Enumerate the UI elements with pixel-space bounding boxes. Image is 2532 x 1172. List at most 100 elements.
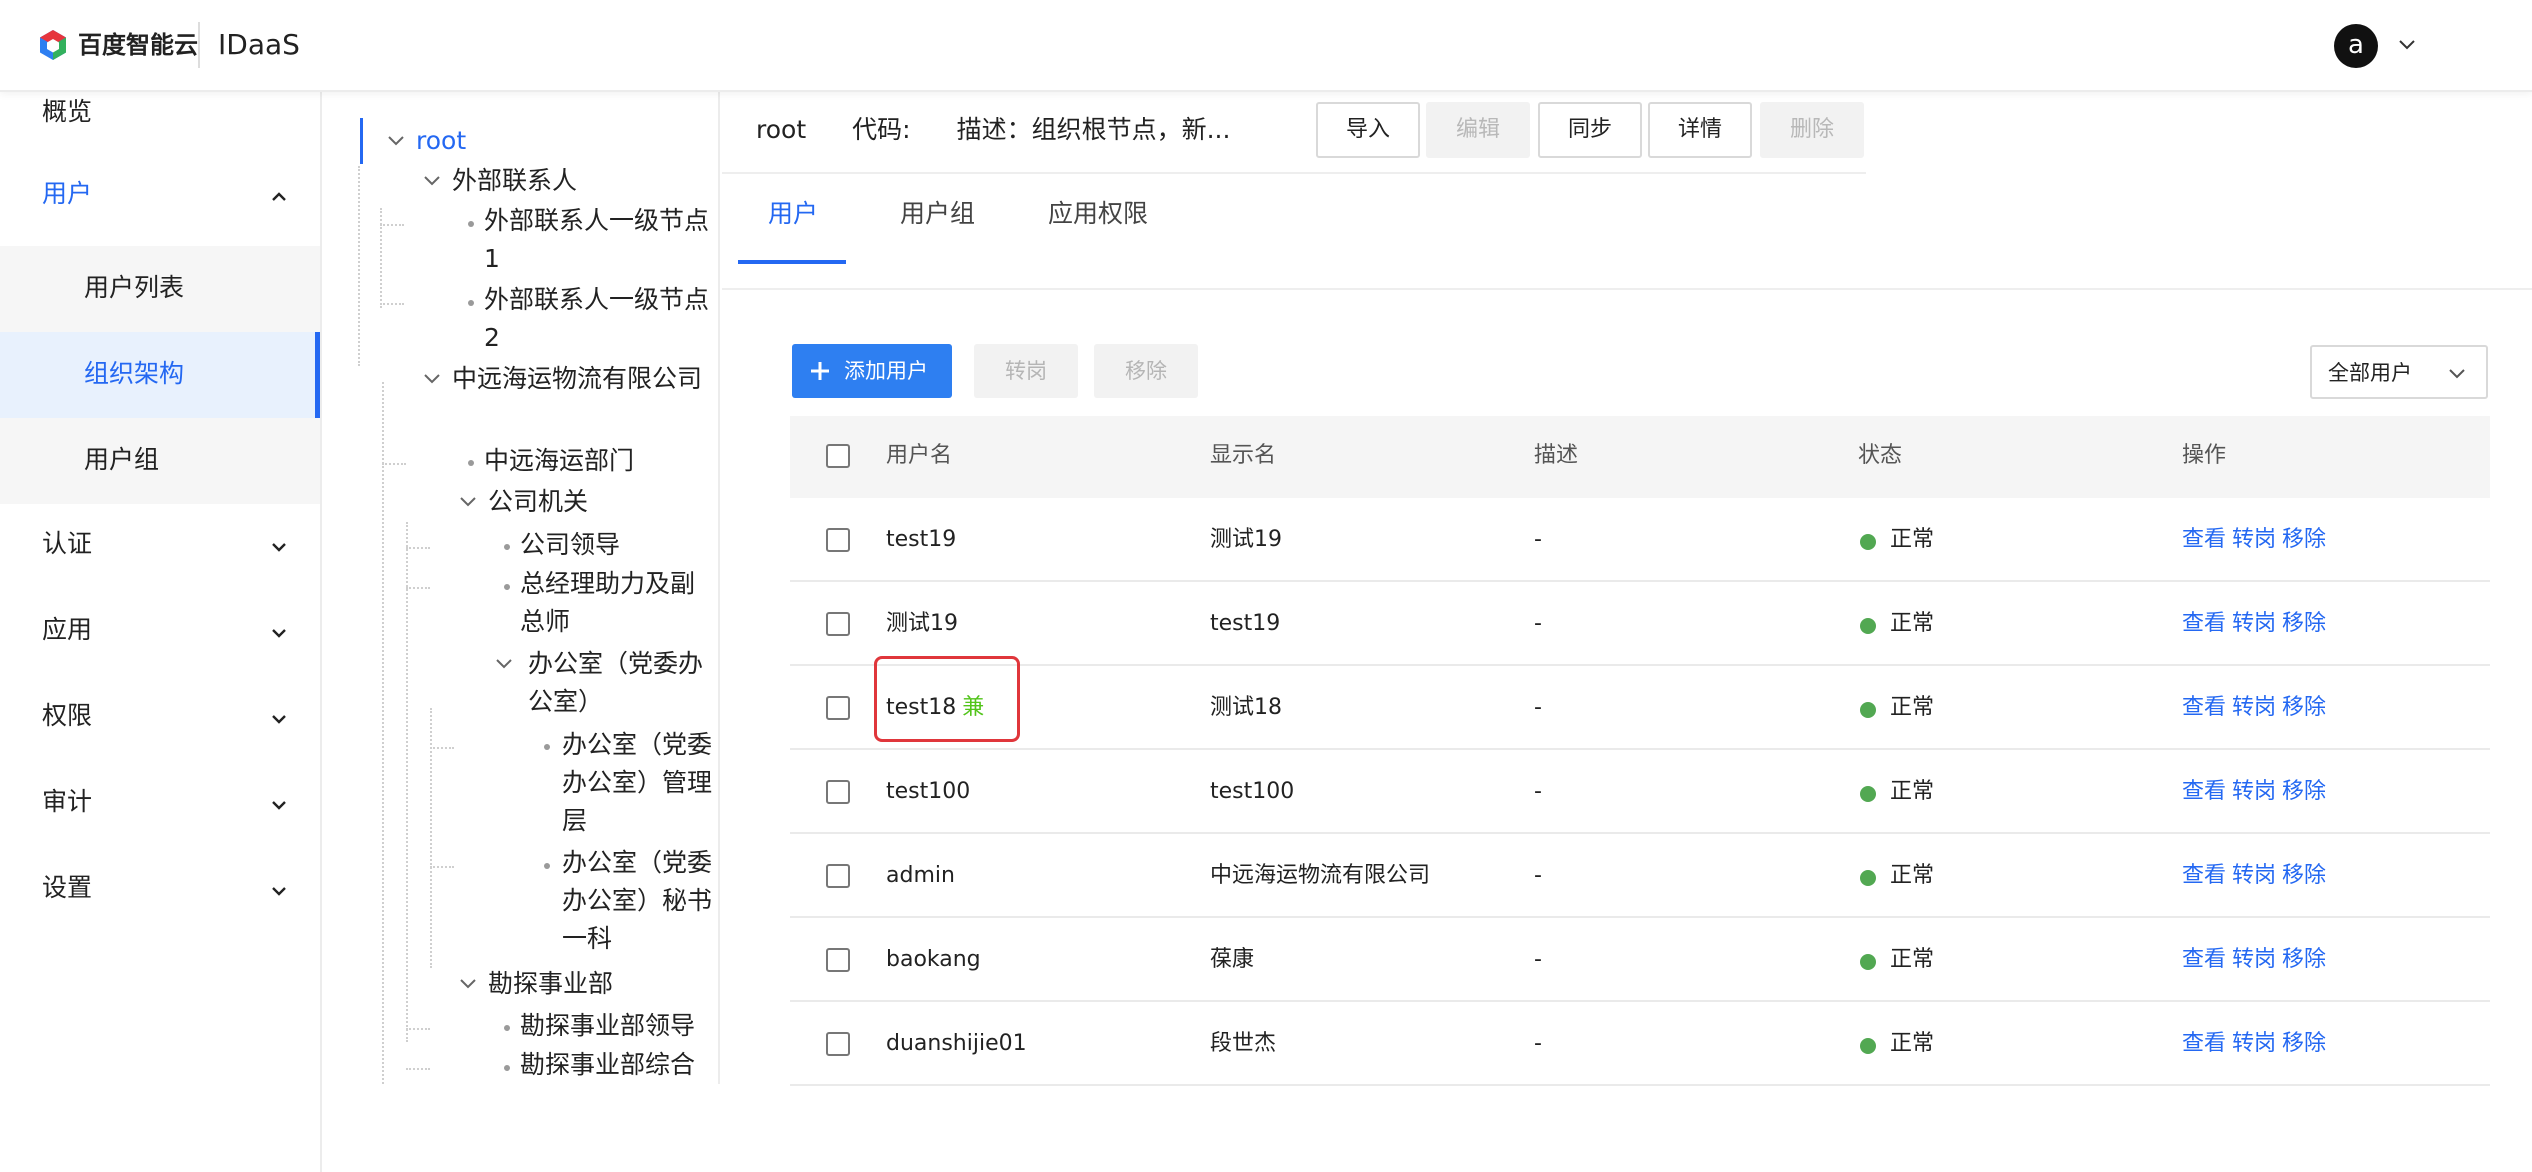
remove-link[interactable]: 移除	[2282, 604, 2326, 644]
product-name: IDaaS	[218, 28, 300, 61]
remove-link[interactable]: 移除	[2282, 856, 2326, 896]
tree-node-cosco[interactable]: 中远海运物流有限公司	[452, 360, 714, 398]
import-button[interactable]: 导入	[1316, 102, 1420, 158]
row-checkbox[interactable]	[826, 612, 850, 636]
transfer-link[interactable]: 转岗	[2232, 520, 2276, 560]
transfer-button[interactable]: 转岗	[974, 344, 1078, 398]
sidebar-item-users[interactable]: 用户	[0, 154, 320, 240]
brand-divider	[198, 22, 200, 68]
view-link[interactable]: 查看	[2182, 856, 2226, 896]
remove-link[interactable]: 移除	[2282, 772, 2326, 812]
tree-guide-line	[382, 382, 384, 1084]
tree-node-company-org[interactable]: 公司机关	[488, 483, 588, 521]
chevron-up-icon	[272, 192, 286, 201]
delete-button[interactable]: 删除	[1760, 102, 1864, 158]
tree-node-leaders[interactable]: 公司领导	[520, 526, 620, 564]
tree-guide-line	[380, 224, 404, 226]
view-link[interactable]: 查看	[2182, 1024, 2226, 1064]
tree-node-external-2[interactable]: 外部联系人一级节点2	[484, 281, 714, 357]
row-checkbox[interactable]	[826, 948, 850, 972]
sidebar-item-user-group[interactable]: 用户组	[0, 418, 320, 504]
remove-link[interactable]: 移除	[2282, 688, 2326, 728]
column-header-display-name: 显示名	[1210, 443, 1277, 468]
transfer-link[interactable]: 转岗	[2232, 688, 2276, 728]
tree-node-root[interactable]: root	[416, 122, 466, 160]
view-link[interactable]: 查看	[2182, 520, 2226, 560]
tree-node-office-mgmt[interactable]: 办公室（党委办公室）管理层	[562, 726, 716, 840]
sidebar-item-overview[interactable]: 概览	[0, 92, 320, 136]
transfer-link[interactable]: 转岗	[2232, 604, 2276, 644]
sidebar-item-apps[interactable]: 应用	[0, 590, 320, 676]
sidebar-item-audit[interactable]: 审计	[0, 762, 320, 848]
tree-node-survey-general[interactable]: 勘探事业部综合	[520, 1046, 695, 1084]
table-row: test19 测试19 - 正常 查看 转岗 移除	[790, 498, 2490, 582]
remove-button[interactable]: 移除	[1094, 344, 1198, 398]
cell-status: 正常	[1890, 1031, 1935, 1056]
transfer-link[interactable]: 转岗	[2232, 772, 2276, 812]
sidebar-item-auth[interactable]: 认证	[0, 504, 320, 590]
tab-app-permissions[interactable]: 应用权限	[1048, 194, 1148, 234]
tab-user-groups[interactable]: 用户组	[900, 194, 975, 234]
tab-users[interactable]: 用户	[768, 194, 818, 234]
sidebar-item-permissions[interactable]: 权限	[0, 676, 320, 762]
transfer-link[interactable]: 转岗	[2232, 856, 2276, 896]
chevron-down-icon[interactable]	[492, 652, 516, 676]
tree-node-cosco-dept[interactable]: 中远海运部门	[484, 442, 634, 480]
sync-button[interactable]: 同步	[1538, 102, 1642, 158]
tree-node-office[interactable]: 办公室（党委办公室）	[528, 645, 716, 721]
tree-node-gm-assist[interactable]: 总经理助力及副总师	[520, 565, 716, 641]
tree-node-label: 办公室（党委办公室）管理层	[562, 730, 713, 835]
tree-leaf-dot	[544, 863, 550, 869]
chevron-down-icon[interactable]	[420, 169, 444, 193]
tree-node-label: 办公室（党委办公室）	[528, 649, 704, 716]
app-window: 百度智能云 IDaaS a 概览 用户 用户列表 组织架构 用户组 认证 应用	[0, 0, 2532, 1172]
tree-node-office-sec[interactable]: 办公室（党委办公室）秘书一科	[562, 844, 716, 958]
tree-node-label: 办公室（党委办公室）秘书一科	[562, 848, 713, 953]
remove-link[interactable]: 移除	[2282, 520, 2326, 560]
org-name: root	[756, 115, 807, 144]
select-all-checkbox[interactable]	[826, 444, 850, 468]
transfer-link[interactable]: 转岗	[2232, 1024, 2276, 1064]
remove-link[interactable]: 移除	[2282, 1024, 2326, 1064]
tree-guide-line	[430, 866, 454, 868]
chevron-down-icon	[272, 715, 286, 724]
sidebar-item-label: 组织架构	[84, 359, 185, 388]
chevron-down-icon[interactable]	[456, 490, 480, 514]
sidebar-item-settings[interactable]: 设置	[0, 848, 320, 934]
row-checkbox[interactable]	[826, 1032, 850, 1056]
row-checkbox[interactable]	[826, 864, 850, 888]
active-tab-indicator	[738, 260, 846, 264]
chevron-down-icon[interactable]	[420, 367, 444, 391]
status-dot-icon	[1860, 534, 1876, 550]
chevron-down-icon[interactable]	[456, 972, 480, 996]
transfer-link[interactable]: 转岗	[2232, 940, 2276, 980]
org-code-label: 代码:	[852, 115, 911, 144]
view-link[interactable]: 查看	[2182, 604, 2226, 644]
user-avatar[interactable]: a	[2334, 24, 2378, 68]
row-checkbox[interactable]	[826, 780, 850, 804]
add-user-button[interactable]: 添加用户	[792, 344, 952, 398]
view-link[interactable]: 查看	[2182, 688, 2226, 728]
chevron-down-icon[interactable]	[2392, 30, 2422, 60]
tree-node-external-1[interactable]: 外部联系人一级节点1	[484, 202, 714, 278]
sidebar-item-user-list[interactable]: 用户列表	[0, 246, 320, 332]
user-filter-select[interactable]: 全部用户	[2310, 345, 2488, 399]
cell-username: duanshijie01	[886, 1031, 1027, 1056]
row-checkbox[interactable]	[826, 528, 850, 552]
chevron-down-icon[interactable]	[384, 129, 408, 153]
cell-username: baokang	[886, 947, 981, 972]
tree-node-survey[interactable]: 勘探事业部	[488, 965, 613, 1003]
detail-button[interactable]: 详情	[1648, 102, 1752, 158]
edit-button[interactable]: 编辑	[1426, 102, 1530, 158]
cell-username: 测试19	[886, 611, 958, 636]
tree-guide-line	[406, 1028, 430, 1030]
sidebar-item-org-structure[interactable]: 组织架构	[0, 332, 320, 418]
table-row: admin 中远海运物流有限公司 - 正常 查看 转岗 移除	[790, 834, 2490, 918]
row-checkbox[interactable]	[826, 696, 850, 720]
tree-node-external[interactable]: 外部联系人	[452, 162, 577, 200]
tree-node-survey-leader[interactable]: 勘探事业部领导	[520, 1007, 695, 1045]
remove-link[interactable]: 移除	[2282, 940, 2326, 980]
cell-display-name: 葆康	[1210, 947, 1255, 972]
view-link[interactable]: 查看	[2182, 772, 2226, 812]
view-link[interactable]: 查看	[2182, 940, 2226, 980]
